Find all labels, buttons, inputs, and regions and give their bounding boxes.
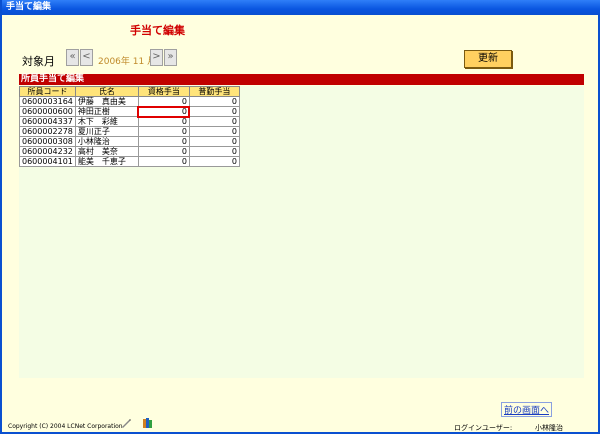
window-title: 手当て編集	[2, 0, 600, 15]
next-month-button[interactable]: >	[150, 49, 163, 66]
books-icon[interactable]	[142, 417, 154, 429]
employee-code: 0600004232	[19, 146, 76, 157]
qualification-allowance-cell[interactable]: 0	[137, 96, 190, 107]
table-row: 0600000308 小林隆治 0 0	[19, 136, 240, 147]
employee-name: 能美 千恵子	[74, 156, 139, 167]
employee-code: 0600000600	[19, 106, 76, 117]
employee-name: 高村 美奈	[74, 146, 139, 157]
commute-allowance-cell[interactable]: 0	[188, 126, 240, 137]
column-header-qualification[interactable]: 資格手当	[137, 86, 190, 97]
qualification-allowance-cell[interactable]: 0	[137, 146, 190, 157]
table-row: 0600003164 伊藤 真由美 0 0	[19, 96, 240, 107]
table-row: 0600004101 能美 千恵子 0 0	[19, 156, 240, 167]
commute-allowance-cell[interactable]: 0	[188, 156, 240, 167]
target-month-value: 2006年 11 月	[98, 57, 157, 67]
employee-name: 木下 彩維	[74, 116, 139, 127]
update-button[interactable]: 更新	[464, 50, 512, 68]
table-row: 0600000600 神田正樹 0 0	[19, 105, 240, 118]
qualification-allowance-cell[interactable]: 0	[137, 136, 190, 147]
pen-icon[interactable]	[120, 417, 132, 429]
commute-allowance-cell[interactable]: 0	[188, 136, 240, 147]
login-user-label: ログインユーザー:	[454, 424, 513, 432]
qualification-allowance-cell[interactable]: 0	[137, 156, 190, 167]
prev-month-button[interactable]: <	[80, 49, 93, 66]
first-month-button[interactable]: «	[66, 49, 79, 66]
employee-code: 0600004101	[19, 156, 76, 167]
table-row: 0600004232 高村 美奈 0 0	[19, 146, 240, 157]
app-window: 手当て編集 手当て編集 対象月 « < 2006年 11 月 > » 更新 所員…	[0, 0, 600, 434]
employee-code: 0600004337	[19, 116, 76, 127]
qualification-allowance-cell-selected[interactable]: 0	[137, 105, 191, 118]
section-title: 所員手当て編集	[19, 74, 584, 85]
table-row: 0600004337 木下 彩維 0 0	[19, 116, 240, 127]
commute-allowance-cell[interactable]: 0	[188, 146, 240, 157]
table-header-row: 所員コード 氏名 資格手当 普勤手当	[19, 86, 240, 97]
allowance-table: 所員コード 氏名 資格手当 普勤手当 0600003164 伊藤 真由美 0 0…	[19, 86, 240, 167]
employee-code: 0600000308	[19, 136, 76, 147]
commute-allowance-cell[interactable]: 0	[188, 96, 240, 107]
employee-name: 夏川正子	[74, 126, 139, 137]
commute-allowance-cell[interactable]: 0	[188, 106, 240, 117]
prev-screen-link[interactable]: 前の画面へ	[501, 402, 553, 417]
column-header-commute[interactable]: 普勤手当	[188, 86, 240, 97]
login-user-name: 小林隆治	[535, 424, 563, 432]
copyright-text: Copyright (C) 2004 LCNet Corporation	[8, 423, 123, 430]
employee-code: 0600002278	[19, 126, 76, 137]
column-header-code[interactable]: 所員コード	[19, 86, 76, 97]
commute-allowance-cell[interactable]: 0	[188, 116, 240, 127]
table-row: 0600002278 夏川正子 0 0	[19, 126, 240, 137]
employee-name: 伊藤 真由美	[74, 96, 139, 107]
qualification-allowance-cell[interactable]: 0	[137, 116, 190, 127]
page-title: 手当て編集	[130, 24, 185, 37]
employee-name: 神田正樹	[74, 106, 139, 117]
target-month-label: 対象月	[22, 55, 55, 68]
last-month-button[interactable]: »	[164, 49, 177, 66]
column-header-name[interactable]: 氏名	[74, 86, 139, 97]
employee-name: 小林隆治	[74, 136, 139, 147]
qualification-allowance-cell[interactable]: 0	[137, 126, 190, 137]
employee-code: 0600003164	[19, 96, 76, 107]
